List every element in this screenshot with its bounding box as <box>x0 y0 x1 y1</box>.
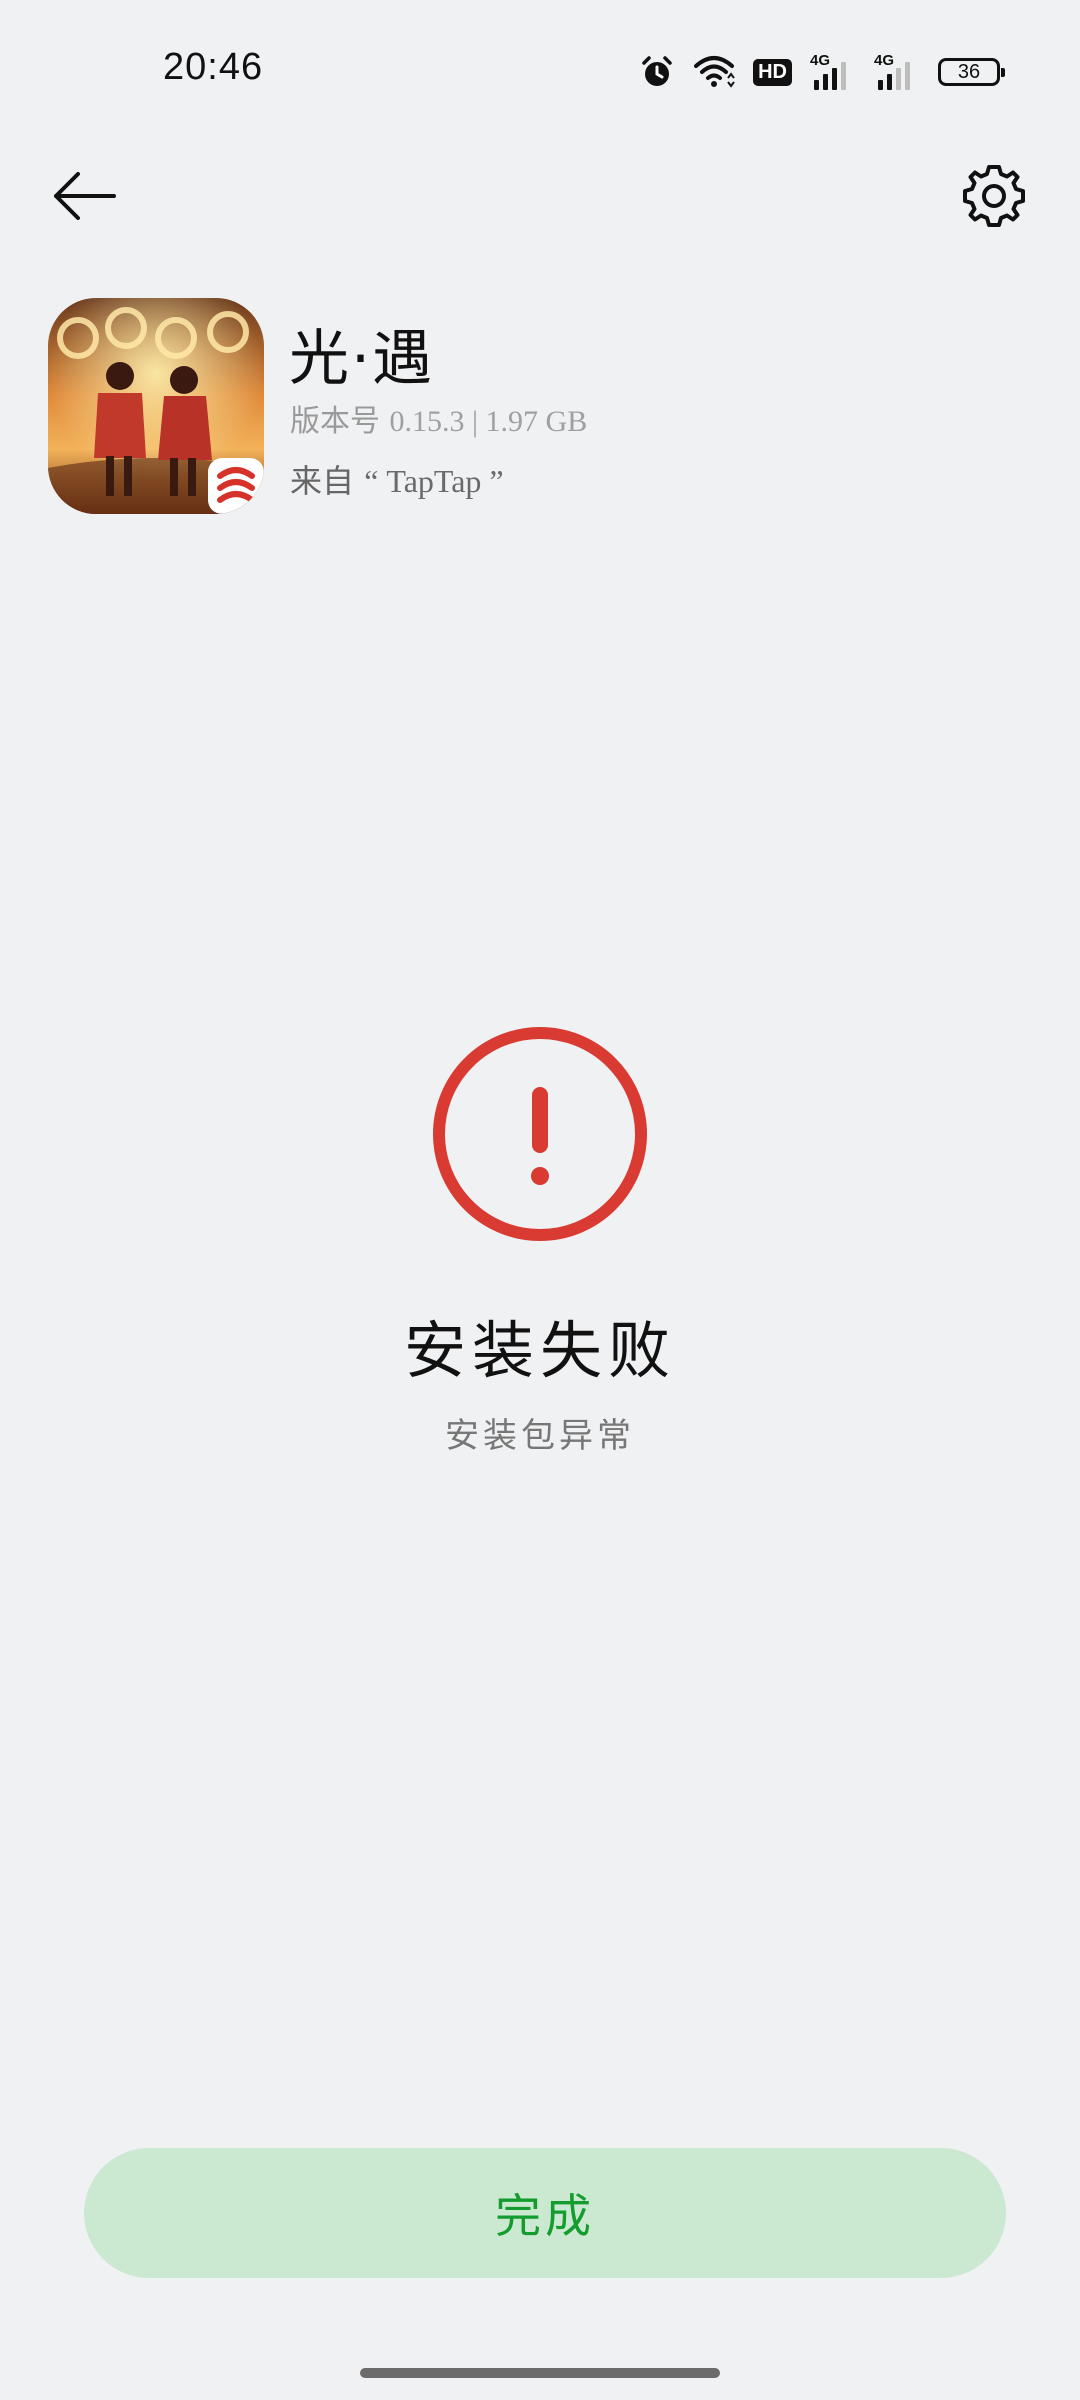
error-exclamation-icon <box>431 1025 649 1243</box>
source-value: “ TapTap ” <box>364 463 504 499</box>
result-subtitle: 安装包异常 <box>445 1416 635 1456</box>
version-value: 0.15.3 | 1.97 GB <box>389 405 588 438</box>
gear-icon <box>963 165 1025 227</box>
wifi-icon <box>693 54 735 90</box>
arrow-left-icon <box>54 172 116 220</box>
settings-button[interactable] <box>956 158 1032 234</box>
signal-4g-icon: 4G <box>810 52 856 90</box>
signal-4g-icon: 4G <box>874 52 920 90</box>
back-button[interactable] <box>48 160 120 232</box>
app-version: 版本号 0.15.3 | 1.97 GB <box>290 396 587 440</box>
alarm-icon <box>639 54 675 90</box>
status-bar: 20:46 HD 4G 4G 36 <box>0 0 1080 140</box>
status-time: 20:46 <box>163 46 264 88</box>
app-name: 光·遇 <box>289 324 435 394</box>
status-icons: HD 4G 4G 36 <box>639 52 1005 92</box>
battery-level: 36 <box>957 60 981 83</box>
result-title: 安装失败 <box>403 1314 676 1387</box>
battery-icon: 36 <box>938 58 1005 86</box>
app-source: 来自 “ TapTap ” <box>290 456 504 502</box>
source-label: 来自 <box>290 462 355 500</box>
done-button-label: 完成 <box>495 2189 595 2243</box>
hd-icon: HD <box>753 58 792 86</box>
done-button[interactable]: 完成 <box>84 2148 1006 2278</box>
version-label: 版本号 <box>290 404 380 439</box>
app-icon <box>48 298 264 514</box>
home-indicator[interactable] <box>360 2368 720 2378</box>
